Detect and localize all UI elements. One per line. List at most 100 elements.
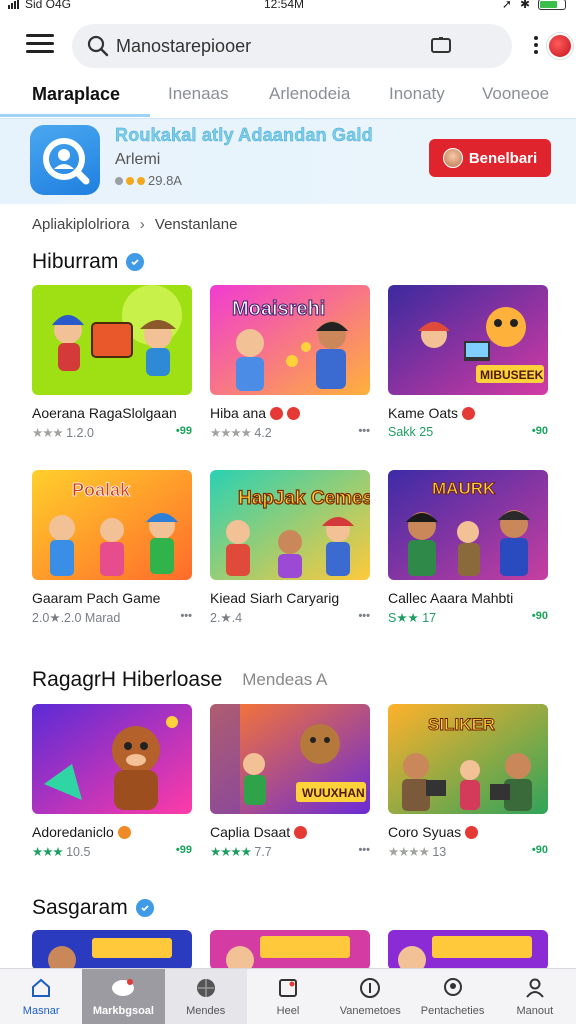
section-title: Hiburram (32, 250, 145, 274)
nav-label: Mendes (186, 1005, 226, 1017)
banner-action-button[interactable]: Benelbari (429, 139, 551, 177)
featured-banner[interactable]: Roukakal atly Adaandan Gald Arlemi 29.8A… (0, 118, 576, 204)
app-card[interactable] (210, 930, 370, 970)
hot-badge-icon (294, 825, 308, 839)
signal-icon (8, 0, 19, 9)
search-icon (87, 35, 109, 57)
bottom-navigation: Masnar Markbgsoal Mendes Heel Vanemetoes… (0, 968, 576, 1024)
hot-badge-icon (287, 406, 301, 420)
app-thumbnail: Poalak (32, 470, 192, 580)
home-icon (32, 978, 51, 997)
app-thumbnail: HapJak Cemes (210, 470, 370, 580)
app-card[interactable]: Adoredaniclo ★★★ 10.5 •99 (32, 704, 192, 860)
app-rating: 10.5 (66, 845, 91, 859)
bluetooth-icon: ✱ (519, 0, 530, 11)
app-name: Adoredaniclo (32, 824, 114, 840)
app-card[interactable] (388, 930, 548, 970)
nav-item-mendes[interactable]: Mendes (164, 969, 247, 1024)
app-card[interactable]: SILIKER Coro Syuas ★★★★ 13 •90 (388, 704, 548, 860)
app-thumbnail (32, 704, 192, 814)
section-subtitle[interactable]: Mendeas A (242, 670, 327, 690)
top-bar (0, 22, 576, 70)
rating-dot-icon (137, 176, 145, 185)
nav-label: Masnar (22, 1005, 60, 1017)
tab-maraplace[interactable]: Maraplace (32, 84, 120, 105)
star-rating-icon: ★★★ (32, 845, 64, 859)
nav-item-manout[interactable]: Manout (494, 969, 576, 1024)
app-card[interactable]: MIBUSEEK Kame Oats Sakk 25 •90 (388, 285, 548, 441)
tab-indicator (0, 114, 150, 117)
info-icon (360, 978, 381, 998)
grid-icon (278, 979, 297, 997)
location-icon: ➚ (501, 0, 512, 11)
rating-dot-icon (126, 176, 134, 185)
app-name: Hiba ana (210, 405, 267, 421)
store-icon (112, 979, 135, 996)
breadcrumb: Apliakiplolriora › Venstanlane (32, 216, 237, 233)
app-thumbnail: MIBUSEEK (388, 285, 548, 395)
section-title: Sasgaram (32, 896, 154, 920)
hot-badge-icon (462, 406, 476, 420)
app-card[interactable]: HapJak Cemes Kiead Siarh Caryarig 2.★.4 •… (210, 470, 370, 626)
nav-label: Manout (516, 1005, 554, 1017)
ball-icon (196, 979, 215, 997)
app-thumbnail: SILIKER (388, 704, 548, 814)
star-rating-icon: ★★★★ (388, 845, 430, 859)
app-card[interactable]: Aoerana RagaSlolgaan ★★★ 1.2.0 •99 (32, 285, 192, 441)
hot-badge-icon (465, 825, 479, 839)
app-card[interactable]: Poalak Gaaram Pach Game 2.0★.2.0 Marad ••… (32, 470, 192, 626)
search-input[interactable] (116, 32, 436, 60)
thumb-title: SILIKER (428, 715, 495, 734)
hamburger-menu-icon[interactable] (26, 34, 54, 56)
profile-icon (526, 978, 544, 998)
app-rating: 2.0★.2.0 Marad (32, 611, 121, 625)
nav-item-heel[interactable]: Heel (247, 969, 329, 1024)
thumb-title: HapJak Cemes (238, 488, 370, 509)
tab-inenaas[interactable]: Inenaas (168, 84, 229, 104)
app-price: •99 (175, 425, 192, 437)
app-price: ••• (358, 844, 370, 856)
app-card[interactable] (32, 930, 192, 970)
app-rating: 4.2 (254, 426, 272, 440)
nav-label: Heel (276, 1005, 300, 1017)
tab-inonaty[interactable]: Inonaty (389, 84, 445, 104)
verified-icon (135, 899, 154, 917)
nav-item-vanemetoes[interactable]: Vanemetoes (329, 969, 411, 1024)
app-rating: Sakk 25 (388, 425, 434, 439)
thumb-title: MAURK (432, 479, 496, 498)
thumb-title: Poalak (72, 480, 131, 500)
star-rating-icon: ★★★ (32, 426, 64, 440)
app-name: Coro Syuas (388, 824, 462, 840)
featured-app-icon (30, 125, 100, 195)
nav-item-masnar[interactable]: Masnar (0, 969, 82, 1024)
app-rating: 2.★.4 (210, 611, 243, 625)
app-name: Aoerana RagaSlolgaan (32, 405, 177, 421)
banner-subtitle: Arlemi (115, 151, 161, 168)
app-card[interactable]: Moaisrehi Hiba ana ★★★★ 4.2 ••• (210, 285, 370, 441)
breadcrumb-item[interactable]: Venstanlane (155, 216, 238, 233)
battery-icon (538, 0, 566, 10)
section-title: RagagrH Hiberloase Mendeas A (32, 668, 327, 692)
search-bar[interactable] (72, 24, 573, 68)
verified-icon (126, 253, 145, 271)
app-card[interactable]: MAURK Callec Aaara Mahbti S★★ 17 •90 (388, 470, 548, 626)
nav-label: Vanemetoes (339, 1005, 401, 1017)
section-title-text: Hiburram (32, 250, 119, 273)
app-rating: S★★ 17 (388, 611, 437, 625)
star-rating-icon: ★★★★ (210, 426, 252, 440)
app-card[interactable]: WUUXHAN Caplia Dsaat ★★★★ 7.7 ••• (210, 704, 370, 860)
nav-item-markbgsoal[interactable]: Markbgsoal (82, 969, 165, 1024)
section-title-text: RagagrH Hiberloase (32, 668, 223, 691)
nav-item-pentacheties[interactable]: Pentacheties (411, 969, 493, 1024)
tab-arlenodeia[interactable]: Arlenodeia (269, 84, 350, 104)
app-rating: 7.7 (254, 845, 272, 859)
app-price: •99 (175, 844, 192, 856)
hot-badge-icon (270, 406, 284, 420)
tab-vooneoe[interactable]: Vooneoe (482, 84, 549, 104)
cast-icon[interactable] (430, 36, 452, 56)
breadcrumb-item[interactable]: Apliakiplolriora (32, 216, 130, 233)
app-thumbnail (388, 930, 548, 970)
app-name: Kame Oats (388, 405, 459, 421)
more-options-icon[interactable] (532, 36, 540, 58)
profile-avatar[interactable] (547, 33, 573, 59)
